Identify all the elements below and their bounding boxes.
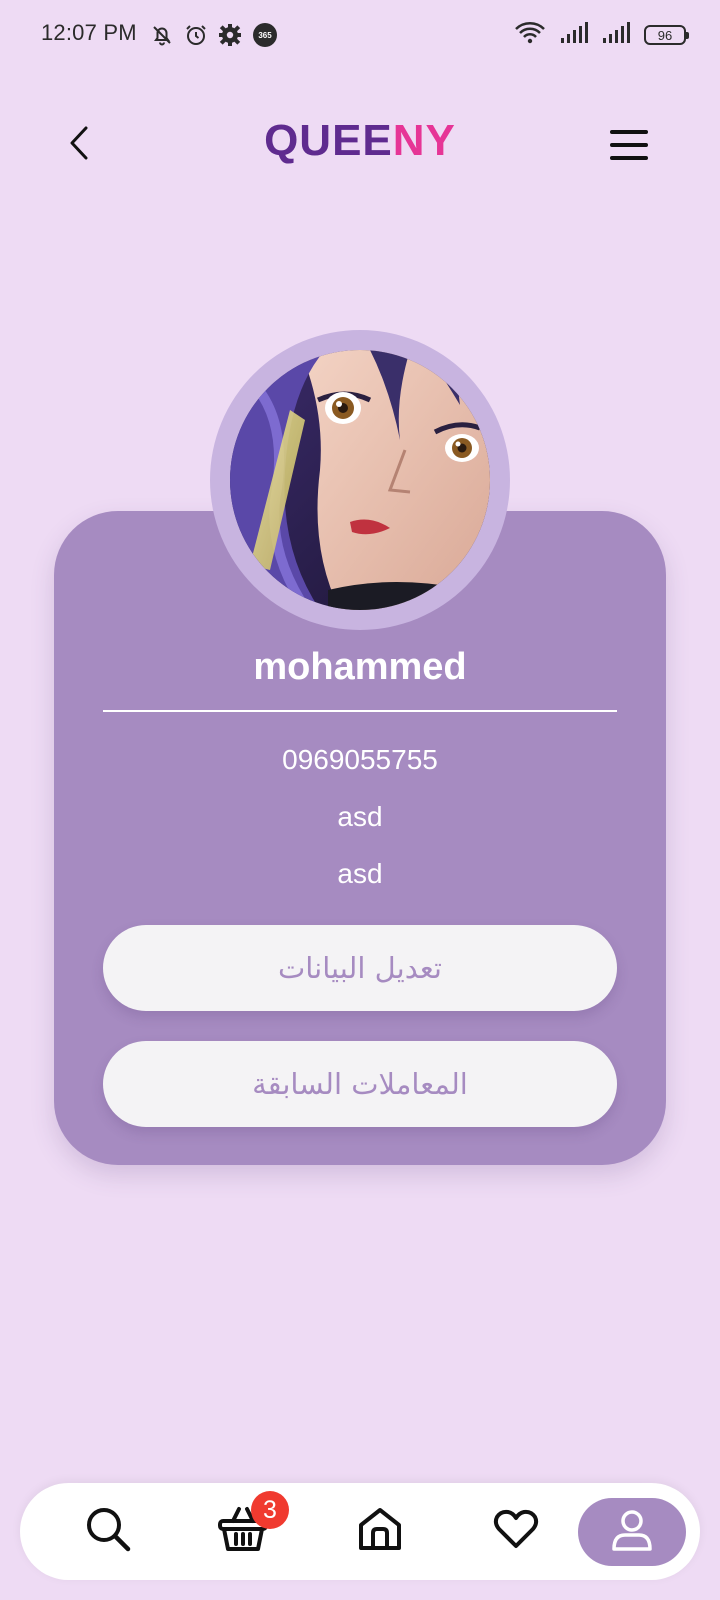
user-icon — [609, 1507, 655, 1558]
battery-icon: 96 — [644, 25, 689, 45]
brand-text-queen: QUEE — [264, 116, 393, 165]
battery-level: 96 — [657, 27, 673, 43]
brand-text-ny: NY — [392, 116, 456, 165]
heart-icon — [493, 1508, 539, 1555]
cart-badge: 3 — [251, 1491, 289, 1529]
365-app-icon: 365 — [252, 22, 278, 48]
previous-transactions-button[interactable]: المعاملات السابقة — [103, 1041, 617, 1127]
hamburger-menu-icon — [608, 130, 652, 169]
settings-gear-icon — [218, 23, 242, 47]
avatar-ring — [210, 330, 510, 630]
profile-info-line-2: asd — [337, 858, 383, 889]
status-right-icons: 96 — [514, 21, 689, 50]
signal-icon — [560, 21, 588, 49]
signal-icon — [602, 21, 630, 49]
previous-transactions-label: المعاملات السابقة — [252, 1067, 468, 1101]
divider — [103, 710, 617, 712]
search-icon — [83, 1504, 133, 1559]
edit-profile-label: تعديل البيانات — [278, 951, 442, 985]
status-time: 12:07 PM — [41, 20, 137, 45]
home-icon — [356, 1505, 404, 1558]
alarm-icon — [184, 23, 208, 47]
profile-phone: 0969055755 — [282, 744, 438, 775]
status-bar: 12:07 PM 365 96 — [0, 0, 720, 70]
bottom-navigation: 3 — [20, 1483, 700, 1580]
nav-profile[interactable] — [578, 1498, 686, 1566]
status-left-icons: 365 — [150, 22, 278, 48]
nav-search[interactable] — [58, 1483, 158, 1580]
mute-bell-icon — [150, 23, 174, 47]
edit-profile-button[interactable]: تعديل البيانات — [103, 925, 617, 1011]
nav-favorites[interactable] — [466, 1483, 566, 1580]
app-header: QUEENY — [0, 110, 720, 180]
nav-home[interactable] — [330, 1483, 430, 1580]
svg-text:365: 365 — [258, 31, 272, 40]
profile-username: mohammed — [253, 646, 467, 688]
avatar[interactable] — [230, 350, 490, 610]
profile-info-line-1: asd — [337, 801, 383, 832]
anime-character-avatar — [230, 350, 490, 610]
nav-cart[interactable]: 3 — [193, 1483, 293, 1580]
menu-button[interactable] — [608, 125, 652, 165]
wifi-icon — [514, 21, 546, 50]
